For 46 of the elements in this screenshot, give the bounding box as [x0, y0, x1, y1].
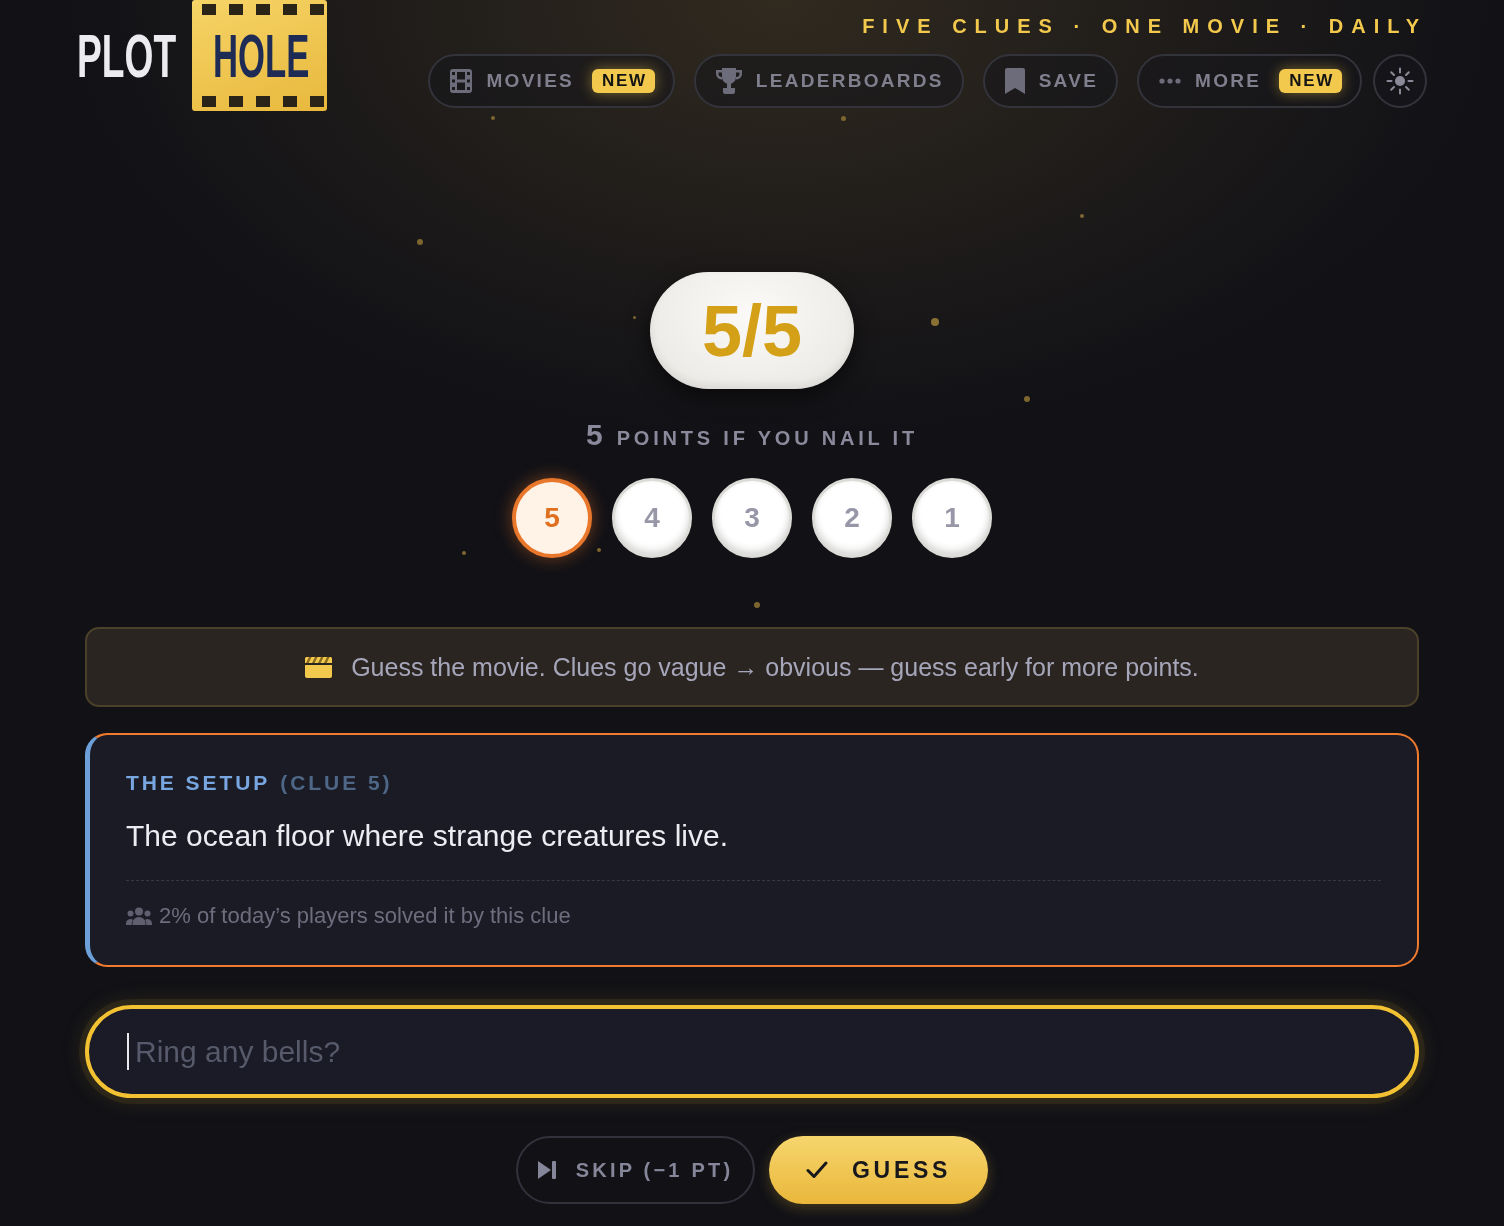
- points-value: 5: [586, 417, 603, 452]
- check-icon: [806, 1161, 829, 1179]
- bookmark-icon: [1004, 68, 1025, 94]
- points-label: POINTS IF YOU NAIL IT: [616, 427, 918, 450]
- clue-number: (CLUE 5): [280, 770, 393, 795]
- nav-button[interactable]: LEADERBOARDS: [693, 54, 964, 108]
- solve-stat-text: 2% of today’s players solved it by this clue: [159, 902, 571, 930]
- sparkle-dot: [841, 116, 846, 121]
- logo-text: PLOT: [77, 24, 177, 87]
- nav-button[interactable]: SAVE: [982, 54, 1119, 108]
- clue-step: 3: [712, 478, 792, 558]
- skip-button[interactable]: SKIP (−1 PT): [516, 1136, 755, 1204]
- guess-input[interactable]: Ring any bells?: [85, 1005, 1419, 1098]
- clue-step: 1: [912, 478, 992, 558]
- score-pill: 5/5: [650, 272, 854, 389]
- clue-title: THE SETUP: [126, 770, 271, 795]
- people-icon: [126, 906, 152, 925]
- new-badge: NEW: [1279, 69, 1342, 93]
- sparkle-dot: [633, 316, 636, 319]
- sparkle-dot: [754, 602, 760, 608]
- sparkle-dot: [931, 318, 939, 326]
- clue-step: 5: [512, 478, 592, 558]
- film-icon: [450, 69, 473, 93]
- guess-button[interactable]: GUESS: [769, 1136, 988, 1204]
- clue-step: 4: [612, 478, 692, 558]
- clue-text: The ocean floor where strange creatures live.: [126, 818, 729, 854]
- new-badge: NEW: [592, 69, 655, 93]
- sparkle-dot: [417, 239, 423, 245]
- skip-icon: [537, 1161, 556, 1179]
- clapperboard-icon: [305, 656, 333, 678]
- sun-icon: [1386, 67, 1414, 95]
- sparkle-dot: [1080, 214, 1084, 218]
- text-cursor: [127, 1033, 129, 1070]
- nav-button[interactable]: MOVIES NEW: [428, 54, 675, 108]
- tagline: FIVE CLUES · ONE MOVIE · DAILY: [862, 14, 1427, 38]
- sparkle-dot: [597, 548, 601, 552]
- theme-toggle-button[interactable]: [1373, 54, 1427, 108]
- logo-film-frame: HOLE: [192, 0, 328, 111]
- hint-text: Guess the movie. Clues go vague → obvious — guess early for more points.: [351, 652, 1199, 682]
- nav-button[interactable]: MORE NEW: [1137, 54, 1362, 108]
- clue-step: 2: [812, 478, 892, 558]
- trophy-icon: [715, 68, 742, 94]
- ellipsis-icon: [1159, 78, 1182, 84]
- sparkle-dot: [1024, 396, 1030, 402]
- sparkle-dot: [491, 116, 495, 120]
- sparkle-dot: [462, 551, 466, 555]
